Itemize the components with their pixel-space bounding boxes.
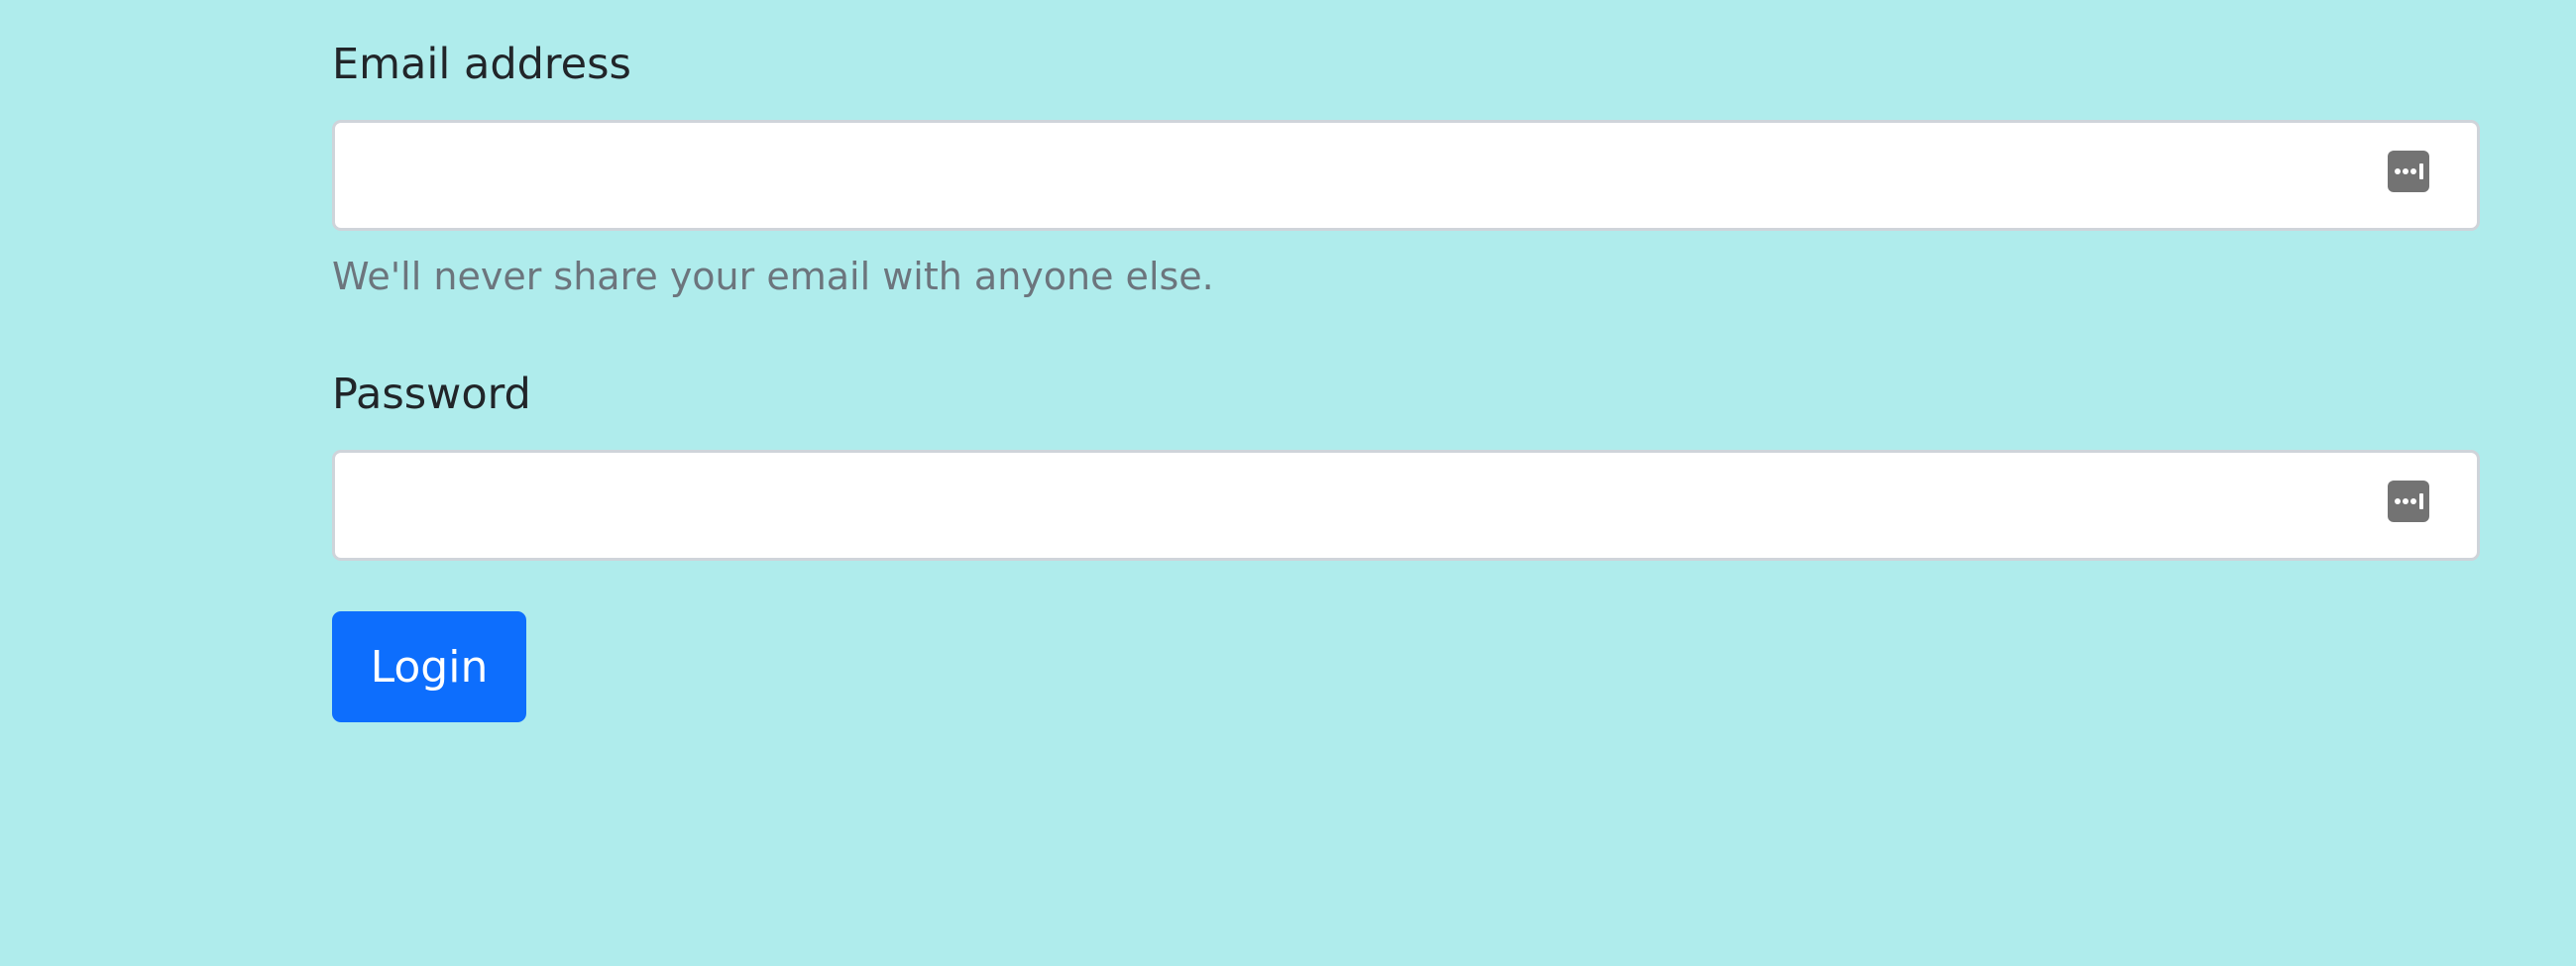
password-manager-icon[interactable]	[2388, 481, 2429, 522]
email-label: Email address	[332, 40, 631, 89]
email-input[interactable]	[335, 123, 2477, 228]
password-label: Password	[332, 370, 531, 419]
dot-icon	[2410, 168, 2416, 174]
dot-icon	[2403, 498, 2408, 504]
dot-icon	[2395, 498, 2401, 504]
password-manager-icon[interactable]	[2388, 151, 2429, 192]
email-field-wrapper	[332, 120, 2480, 231]
cursor-bar-icon	[2419, 163, 2423, 179]
dot-icon	[2395, 168, 2401, 174]
password-input[interactable]	[335, 453, 2477, 558]
email-help-text: We'll never share your email with anyone…	[332, 255, 1214, 298]
dot-icon	[2403, 168, 2408, 174]
password-field-wrapper	[332, 450, 2480, 561]
dot-icon	[2410, 498, 2416, 504]
login-button[interactable]: Login	[332, 611, 526, 722]
cursor-bar-icon	[2419, 493, 2423, 509]
